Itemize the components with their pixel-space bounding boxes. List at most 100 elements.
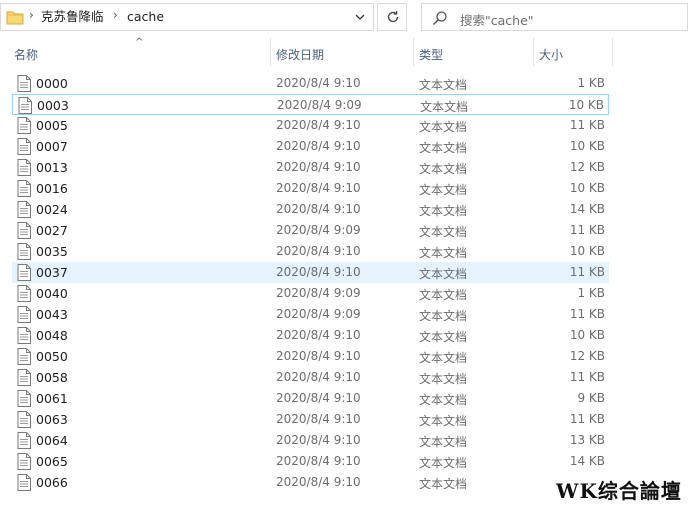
file-type: 文本文档 <box>419 78 468 92</box>
file-name: 0005 <box>36 118 68 133</box>
file-name: 0050 <box>36 349 68 364</box>
file-size: 10 KB <box>569 181 605 195</box>
file-row[interactable]: 0005 2020/8/4 9:10 文本文档 11 KB <box>12 115 609 136</box>
file-name: 0065 <box>36 454 68 469</box>
file-size: 11 KB <box>569 412 605 426</box>
file-row[interactable]: 0013 2020/8/4 9:10 文本文档 12 KB <box>12 157 609 178</box>
file-size: 13 KB <box>569 433 605 447</box>
file-name: 0063 <box>36 412 68 427</box>
file-name: 0048 <box>36 328 68 343</box>
file-row[interactable]: 0027 2020/8/4 9:09 文本文档 11 KB <box>12 220 609 241</box>
file-row[interactable]: 0040 2020/8/4 9:09 文本文档 1 KB <box>12 283 609 304</box>
file-size: 11 KB <box>569 118 605 132</box>
file-modified-date: 2020/8/4 9:10 <box>276 139 361 153</box>
search-box[interactable]: 搜索"cache" <box>421 3 688 31</box>
column-divider[interactable] <box>413 38 414 66</box>
file-row[interactable]: 0043 2020/8/4 9:09 文本文档 11 KB <box>12 304 609 325</box>
file-row[interactable]: 0061 2020/8/4 9:10 文本文档 9 KB <box>12 388 609 409</box>
text-file-icon <box>17 432 31 449</box>
text-file-icon <box>17 327 31 344</box>
file-size: 11 KB <box>569 223 605 237</box>
file-row[interactable]: 0035 2020/8/4 9:10 文本文档 10 KB <box>12 241 609 262</box>
file-modified-date: 2020/8/4 9:09 <box>277 98 362 112</box>
refresh-icon <box>387 11 399 23</box>
file-name: 0066 <box>36 475 68 490</box>
sort-ascending-icon: ^ <box>135 37 144 48</box>
column-header-name[interactable]: 名称 <box>14 46 38 63</box>
file-modified-date: 2020/8/4 9:10 <box>276 181 361 195</box>
file-size: 14 KB <box>569 202 605 216</box>
file-row[interactable]: 0066 2020/8/4 9:10 文本文档 <box>12 472 609 493</box>
file-modified-date: 2020/8/4 9:09 <box>276 286 361 300</box>
file-row[interactable]: 0016 2020/8/4 9:10 文本文档 10 KB <box>12 178 609 199</box>
file-row[interactable]: 0048 2020/8/4 9:10 文本文档 10 KB <box>12 325 609 346</box>
file-row[interactable]: 0065 2020/8/4 9:10 文本文档 14 KB <box>12 451 609 472</box>
file-row[interactable]: 0058 2020/8/4 9:10 文本文档 11 KB <box>12 367 609 388</box>
column-header-size[interactable]: 大小 <box>539 46 563 63</box>
column-divider[interactable] <box>533 38 534 66</box>
file-row[interactable]: 0050 2020/8/4 9:10 文本文档 12 KB <box>12 346 609 367</box>
file-size: 10 KB <box>569 139 605 153</box>
breadcrumb-separator[interactable]: › <box>29 8 34 22</box>
file-type: 文本文档 <box>419 162 468 176</box>
watermark-text: WK综合論壇 <box>556 479 682 503</box>
file-name: 0035 <box>36 244 68 259</box>
breadcrumb-parent-folder[interactable]: 克苏鲁降临 <box>41 9 104 25</box>
file-row[interactable]: 0003 2020/8/4 9:09 文本文档 10 KB <box>12 94 609 115</box>
column-header-type[interactable]: 类型 <box>419 46 443 63</box>
file-type: 文本文档 <box>419 288 468 302</box>
file-modified-date: 2020/8/4 9:10 <box>276 412 361 426</box>
text-file-icon <box>17 222 31 239</box>
file-type: 文本文档 <box>419 414 468 428</box>
file-modified-date: 2020/8/4 9:10 <box>276 454 361 468</box>
search-icon <box>432 11 447 26</box>
breadcrumb-separator[interactable]: › <box>113 8 118 22</box>
file-row[interactable]: 0000 2020/8/4 9:10 文本文档 1 KB <box>12 73 609 94</box>
search-input[interactable]: 搜索"cache" <box>460 10 534 29</box>
text-file-icon <box>17 306 31 323</box>
file-modified-date: 2020/8/4 9:10 <box>276 433 361 447</box>
file-type: 文本文档 <box>419 225 468 239</box>
file-type: 文本文档 <box>419 246 468 260</box>
file-name: 0007 <box>36 139 68 154</box>
file-row[interactable]: 0063 2020/8/4 9:10 文本文档 11 KB <box>12 409 609 430</box>
file-type: 文本文档 <box>419 141 468 155</box>
file-type: 文本文档 <box>419 309 468 323</box>
text-file-icon <box>17 390 31 407</box>
file-modified-date: 2020/8/4 9:10 <box>276 265 361 279</box>
file-size: 14 KB <box>569 454 605 468</box>
breadcrumb-current-folder[interactable]: cache <box>127 9 164 25</box>
text-file-icon <box>17 243 31 260</box>
file-size: 1 KB <box>577 286 605 300</box>
file-name: 0003 <box>37 98 69 113</box>
file-size: 11 KB <box>569 265 605 279</box>
column-divider[interactable] <box>612 38 613 66</box>
file-name: 0037 <box>36 265 68 280</box>
file-row[interactable]: 0007 2020/8/4 9:10 文本文档 10 KB <box>12 136 609 157</box>
text-file-icon <box>17 411 31 428</box>
file-name: 0058 <box>36 370 68 385</box>
file-row[interactable]: 0037 2020/8/4 9:10 文本文档 11 KB <box>12 262 609 283</box>
chevron-down-icon[interactable] <box>353 10 367 24</box>
file-modified-date: 2020/8/4 9:10 <box>276 328 361 342</box>
file-size: 12 KB <box>569 160 605 174</box>
text-file-icon <box>17 75 31 92</box>
file-size: 10 KB <box>569 328 605 342</box>
file-name: 0024 <box>36 202 68 217</box>
file-modified-date: 2020/8/4 9:10 <box>276 118 361 132</box>
file-type: 文本文档 <box>419 456 468 470</box>
file-type: 文本文档 <box>419 393 468 407</box>
column-header-date[interactable]: 修改日期 <box>276 46 324 63</box>
file-name: 0040 <box>36 286 68 301</box>
column-divider[interactable] <box>270 38 271 66</box>
file-modified-date: 2020/8/4 9:10 <box>276 349 361 363</box>
file-size: 1 KB <box>577 76 605 90</box>
file-type: 文本文档 <box>419 372 468 386</box>
text-file-icon <box>17 348 31 365</box>
file-modified-date: 2020/8/4 9:10 <box>276 202 361 216</box>
file-row[interactable]: 0024 2020/8/4 9:10 文本文档 14 KB <box>12 199 609 220</box>
refresh-button[interactable] <box>377 3 407 31</box>
file-size: 10 KB <box>568 98 604 112</box>
file-row[interactable]: 0064 2020/8/4 9:10 文本文档 13 KB <box>12 430 609 451</box>
address-bar[interactable]: › 克苏鲁降临 › cache <box>0 3 374 31</box>
